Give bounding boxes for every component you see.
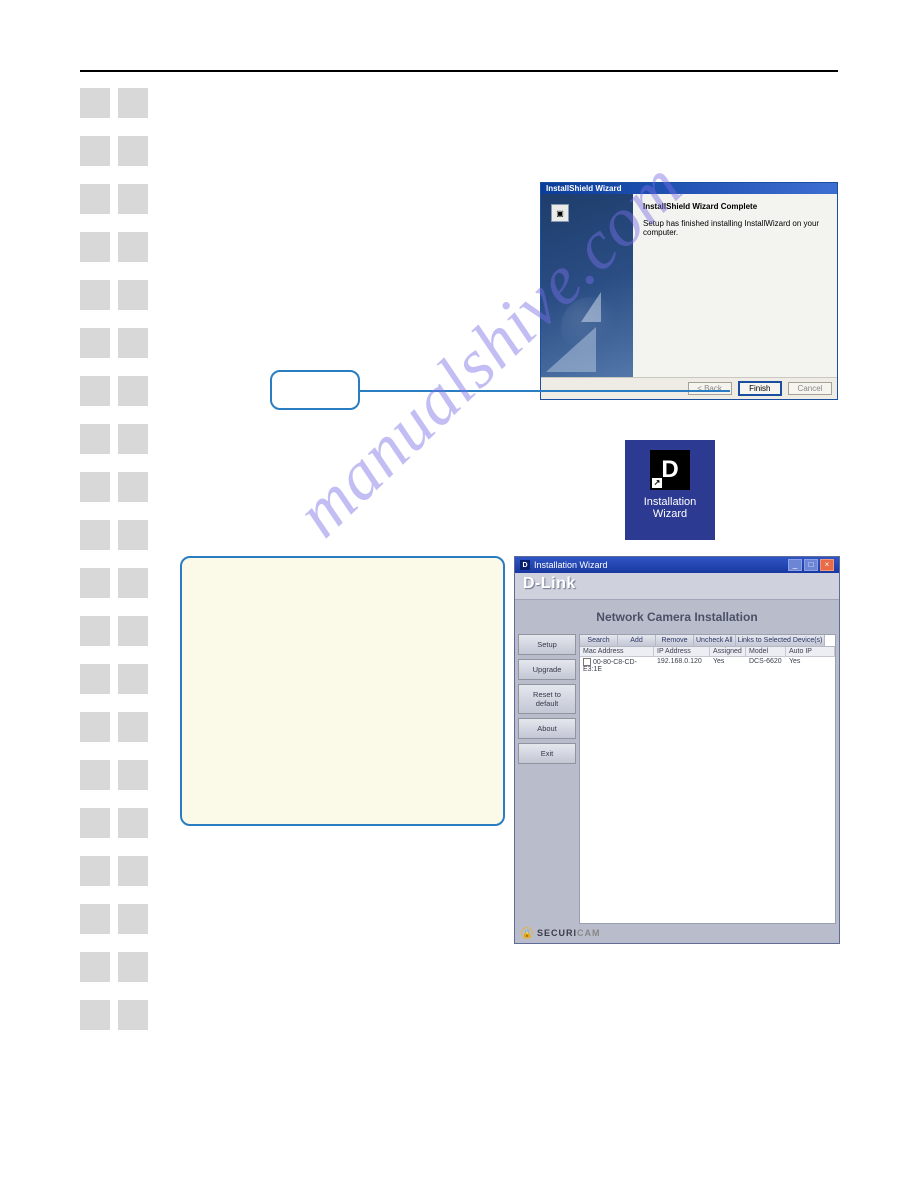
cam-text: CAM [577, 928, 601, 938]
row-model: DCS-6620 [746, 658, 786, 673]
installation-wizard-shortcut[interactable]: D ↗ Installation Wizard [625, 440, 715, 540]
shortcut-label-2: Wizard [625, 508, 715, 520]
shortcut-glyph-icon: D ↗ [650, 450, 690, 490]
installshield-dialog: InstallShield Wizard ▣ InstallShield Wiz… [540, 182, 838, 400]
installshield-heading: InstallShield Wizard Complete [643, 202, 827, 211]
upgrade-button[interactable]: Upgrade [518, 659, 576, 680]
installation-wizard-window: D Installation Wizard _ □ × D-Link Netwo… [514, 556, 840, 944]
col-assigned: Assigned [710, 647, 746, 656]
minimize-button[interactable]: _ [788, 559, 802, 571]
iw-footer: 🔒 SECURICAM [521, 927, 601, 939]
about-button[interactable]: About [518, 718, 576, 739]
row-auto: Yes [786, 658, 835, 673]
exit-button[interactable]: Exit [518, 743, 576, 764]
installshield-titlebar: InstallShield Wizard [541, 183, 837, 194]
shortcut-label-1: Installation [625, 496, 715, 508]
iw-titlebar-text: Installation Wizard [534, 560, 608, 570]
iw-side-nav: Setup Upgrade Reset to default About Exi… [515, 632, 579, 768]
row-mac: 00-80-C8-CD-E3:1E [583, 659, 637, 673]
info-callout-box [180, 556, 505, 826]
iw-brand-bar: D-Link [515, 573, 839, 600]
finish-button[interactable]: Finish [738, 381, 782, 396]
shortcut-letter: D [661, 456, 678, 484]
securicam-brand: SECURICAM [537, 928, 601, 938]
iw-headline: Network Camera Installation [515, 600, 839, 632]
row-ip: 192.168.0.120 [654, 658, 710, 673]
remove-button[interactable]: Remove [656, 635, 694, 646]
securi-text: SECURI [537, 928, 577, 938]
iw-column-headers: Mac Address IP Address Assigned Model Au… [580, 647, 835, 657]
callout-connector [360, 390, 730, 392]
box-icon: ▣ [551, 204, 569, 222]
row-checkbox[interactable] [583, 658, 591, 666]
col-auto: Auto IP [786, 647, 835, 656]
callout-box [270, 370, 360, 410]
device-row[interactable]: 00-80-C8-CD-E3:1E 192.168.0.120 Yes DCS-… [580, 657, 835, 674]
installshield-footer: < Back Finish Cancel [541, 377, 837, 399]
installshield-side-graphic: ▣ [541, 194, 633, 377]
search-button[interactable]: Search [580, 635, 618, 646]
iw-toolbar: Search Add Remove Uncheck All Links to S… [580, 635, 835, 647]
cancel-button: Cancel [788, 382, 832, 395]
uncheck-all-button[interactable]: Uncheck All [694, 635, 736, 646]
back-button: < Back [688, 382, 732, 395]
decorative-squares [80, 88, 156, 1048]
maximize-button[interactable]: □ [804, 559, 818, 571]
col-mac: Mac Address [580, 647, 654, 656]
page-rule [80, 70, 838, 72]
col-model: Model [746, 647, 786, 656]
lock-icon: 🔒 [521, 927, 533, 939]
iw-app-icon: D [520, 560, 530, 570]
reset-button[interactable]: Reset to default [518, 684, 576, 714]
close-button[interactable]: × [820, 559, 834, 571]
iw-titlebar: D Installation Wizard _ □ × [515, 557, 839, 573]
links-button[interactable]: Links to Selected Device(s) [736, 635, 826, 646]
add-button[interactable]: Add [618, 635, 656, 646]
shortcut-arrow-icon: ↗ [652, 478, 662, 488]
iw-main-panel: Search Add Remove Uncheck All Links to S… [579, 634, 836, 924]
installshield-body-text: Setup has finished installing InstallWiz… [643, 219, 827, 237]
row-assigned: Yes [710, 658, 746, 673]
col-ip: IP Address [654, 647, 710, 656]
dlink-logo: D-Link [523, 575, 576, 592]
setup-button[interactable]: Setup [518, 634, 576, 655]
